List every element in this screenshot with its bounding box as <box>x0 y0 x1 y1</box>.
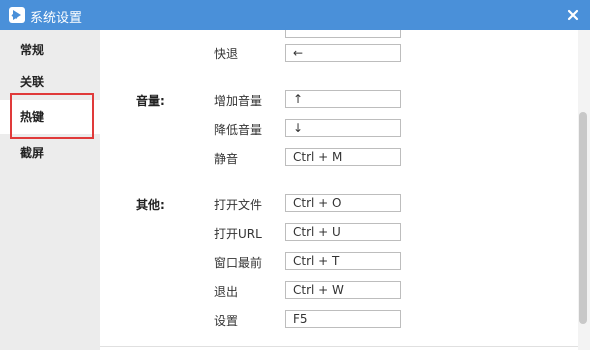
hotkey-input-rewind[interactable]: ← <box>285 44 401 62</box>
row-label-volume-down: 降低音量 <box>214 123 263 137</box>
window-title: 系统设置 <box>30 11 83 26</box>
row-label-always-on-top: 窗口最前 <box>214 256 263 270</box>
settings-window: 系统设置 常规 关联 热键 截屏 快退 ← 音量: 增加音量 ↑ 降低音量 ↓ … <box>0 0 590 350</box>
sidebar-item-hotkeys[interactable]: 热键 <box>0 100 100 134</box>
row-label-open-file: 打开文件 <box>214 198 263 212</box>
divider <box>100 346 578 347</box>
sidebar-item-label: 热键 <box>20 110 45 124</box>
sidebar-item-association[interactable]: 关联 <box>0 65 100 99</box>
hotkey-input-volume-up[interactable]: ↑ <box>285 90 401 108</box>
close-icon <box>567 9 579 21</box>
app-logo-icon <box>8 6 26 24</box>
sidebar: 常规 关联 热键 截屏 <box>0 30 100 350</box>
section-title-other: 其他: <box>136 198 165 212</box>
hotkey-input-mute[interactable]: Ctrl + M <box>285 148 401 166</box>
section-title-volume: 音量: <box>136 94 165 108</box>
hotkeys-panel: 快退 ← 音量: 增加音量 ↑ 降低音量 ↓ 静音 Ctrl + M 其他: 打… <box>100 30 590 350</box>
sidebar-item-label: 常规 <box>20 43 45 57</box>
sidebar-item-label: 截屏 <box>20 146 45 160</box>
hotkey-input-exit[interactable]: Ctrl + W <box>285 281 401 299</box>
sidebar-item-screenshot[interactable]: 截屏 <box>0 136 100 170</box>
row-label-rewind: 快退 <box>214 47 239 61</box>
hotkey-input-clipped[interactable] <box>285 30 401 38</box>
row-label-open-url: 打开URL <box>214 227 262 241</box>
hotkey-input-open-file[interactable]: Ctrl + O <box>285 194 401 212</box>
sidebar-item-label: 关联 <box>20 75 45 89</box>
row-label-exit: 退出 <box>214 285 239 299</box>
scrollbar-thumb[interactable] <box>579 112 587 324</box>
sidebar-item-general[interactable]: 常规 <box>0 33 100 67</box>
row-label-mute: 静音 <box>214 152 239 166</box>
hotkey-input-settings[interactable]: F5 <box>285 310 401 328</box>
row-label-volume-up: 增加音量 <box>214 94 263 108</box>
hotkey-input-volume-down[interactable]: ↓ <box>285 119 401 137</box>
hotkey-input-open-url[interactable]: Ctrl + U <box>285 223 401 241</box>
row-label-settings: 设置 <box>214 314 239 328</box>
title-bar: 系统设置 <box>0 0 590 30</box>
hotkey-input-always-on-top[interactable]: Ctrl + T <box>285 252 401 270</box>
close-button[interactable] <box>562 4 584 26</box>
